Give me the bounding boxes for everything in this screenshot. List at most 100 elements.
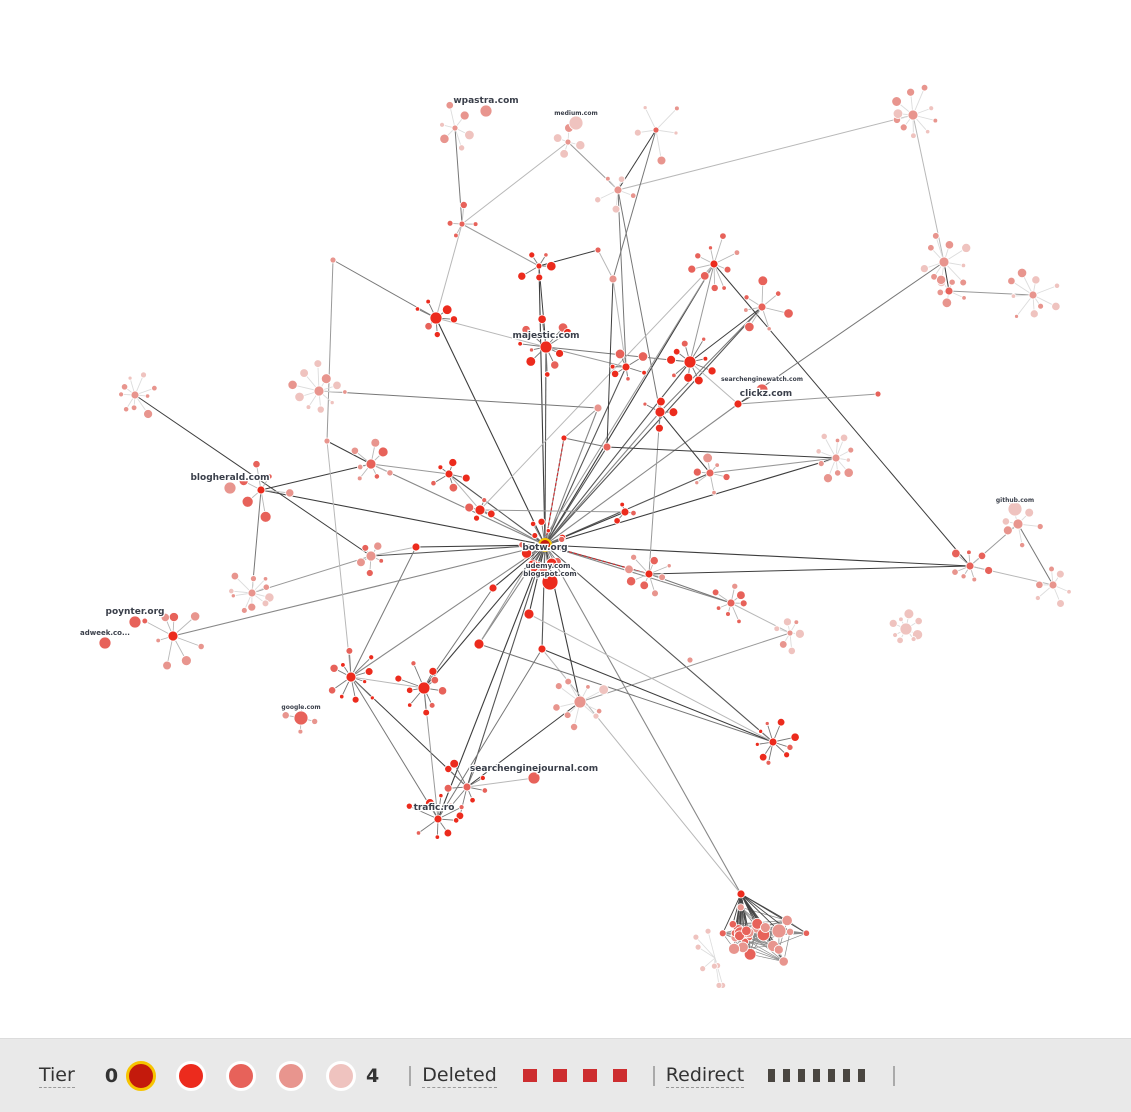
cluster-node[interactable]: [742, 926, 752, 936]
hub-node[interactable]: [706, 469, 714, 477]
cluster-node[interactable]: [760, 923, 770, 933]
satellite-node[interactable]: [893, 109, 903, 119]
satellite-node[interactable]: [346, 648, 353, 655]
satellite-node[interactable]: [536, 274, 543, 281]
satellite-node[interactable]: [343, 390, 347, 394]
hub-node[interactable]: [224, 482, 236, 494]
satellite-node[interactable]: [121, 384, 127, 390]
satellite-node[interactable]: [263, 577, 268, 582]
satellite-node[interactable]: [1017, 268, 1026, 277]
satellite-node[interactable]: [465, 130, 475, 140]
satellite-node[interactable]: [937, 289, 944, 296]
satellite-node[interactable]: [547, 261, 556, 270]
satellite-node[interactable]: [787, 744, 793, 750]
satellite-node[interactable]: [745, 322, 754, 331]
satellite-node[interactable]: [900, 124, 907, 131]
satellite-node[interactable]: [460, 111, 469, 120]
hub-node[interactable]: [168, 631, 178, 641]
satellite-node[interactable]: [928, 244, 935, 251]
satellite-node[interactable]: [892, 97, 902, 107]
satellite-node[interactable]: [674, 106, 679, 111]
satellite-node[interactable]: [286, 489, 294, 497]
satellite-node[interactable]: [693, 468, 701, 476]
hub-node[interactable]: [131, 391, 139, 399]
hub-node[interactable]: [1049, 581, 1057, 589]
satellite-node[interactable]: [723, 473, 730, 480]
satellite-node[interactable]: [715, 463, 720, 468]
satellite-node[interactable]: [190, 612, 199, 621]
satellite-node[interactable]: [708, 246, 712, 250]
satellite-node[interactable]: [734, 250, 740, 256]
cluster-node[interactable]: [737, 904, 744, 911]
satellite-node[interactable]: [759, 753, 767, 761]
hub-node[interactable]: [489, 584, 497, 592]
hub-node[interactable]: [434, 815, 442, 823]
hub-node[interactable]: [603, 443, 611, 451]
satellite-node[interactable]: [163, 661, 172, 670]
satellite-node[interactable]: [357, 558, 366, 567]
hub-node[interactable]: [734, 400, 742, 408]
redirect-legend-label[interactable]: Redirect: [666, 1064, 744, 1088]
satellite-node[interactable]: [415, 307, 419, 311]
hub-node[interactable]: [574, 696, 586, 708]
satellite-node[interactable]: [362, 544, 369, 551]
satellite-node[interactable]: [556, 349, 564, 357]
satellite-node[interactable]: [416, 831, 420, 835]
hub-node[interactable]: [609, 275, 617, 283]
hub-node[interactable]: [475, 505, 485, 515]
cluster-node[interactable]: [711, 963, 717, 969]
satellite-node[interactable]: [911, 637, 916, 642]
satellite-node[interactable]: [655, 424, 663, 432]
satellite-node[interactable]: [526, 357, 536, 367]
hub-node[interactable]: [480, 105, 492, 117]
satellite-node[interactable]: [440, 122, 445, 127]
satellite-node[interactable]: [638, 352, 647, 361]
satellite-node[interactable]: [328, 687, 335, 694]
satellite-node[interactable]: [606, 176, 611, 181]
satellite-node[interactable]: [330, 401, 334, 405]
satellite-node[interactable]: [703, 356, 708, 361]
hub-node[interactable]: [257, 486, 265, 494]
satellite-node[interactable]: [454, 233, 459, 238]
satellite-node[interactable]: [684, 373, 693, 382]
satellite-node[interactable]: [681, 340, 688, 347]
satellite-node[interactable]: [363, 680, 367, 684]
satellite-node[interactable]: [626, 577, 635, 586]
satellite-node[interactable]: [737, 619, 742, 624]
satellite-node[interactable]: [933, 118, 938, 123]
hub-node[interactable]: [653, 127, 659, 133]
cluster-node[interactable]: [693, 934, 699, 940]
hub-node[interactable]: [569, 116, 583, 130]
satellite-node[interactable]: [351, 447, 358, 454]
hub-node[interactable]: [366, 459, 376, 469]
satellite-node[interactable]: [669, 408, 678, 417]
satellite-node[interactable]: [365, 668, 373, 676]
cluster-node[interactable]: [719, 930, 726, 937]
satellite-node[interactable]: [1032, 276, 1040, 284]
satellite-node[interactable]: [407, 703, 411, 707]
satellite-node[interactable]: [253, 460, 260, 467]
satellite-node[interactable]: [732, 583, 738, 589]
satellite-node[interactable]: [357, 464, 363, 470]
satellite-node[interactable]: [145, 394, 149, 398]
satellite-node[interactable]: [250, 576, 256, 582]
satellite-node[interactable]: [546, 529, 550, 533]
satellite-node[interactable]: [889, 619, 897, 627]
hub-node[interactable]: [366, 551, 376, 561]
satellite-node[interactable]: [288, 380, 297, 389]
satellite-node[interactable]: [438, 465, 443, 470]
hub-node[interactable]: [418, 682, 430, 694]
satellite-node[interactable]: [530, 521, 535, 526]
satellite-node[interactable]: [141, 372, 147, 378]
satellite-node[interactable]: [231, 594, 235, 598]
satellite-node[interactable]: [142, 618, 148, 624]
satellite-node[interactable]: [744, 308, 749, 313]
hub-node[interactable]: [727, 599, 735, 607]
satellite-node[interactable]: [529, 252, 535, 258]
hub-node[interactable]: [430, 312, 442, 324]
satellite-node[interactable]: [961, 263, 965, 267]
satellite-node[interactable]: [716, 606, 721, 611]
satellite-node[interactable]: [123, 407, 128, 412]
satellite-node[interactable]: [962, 296, 967, 301]
hub-node[interactable]: [538, 645, 546, 653]
